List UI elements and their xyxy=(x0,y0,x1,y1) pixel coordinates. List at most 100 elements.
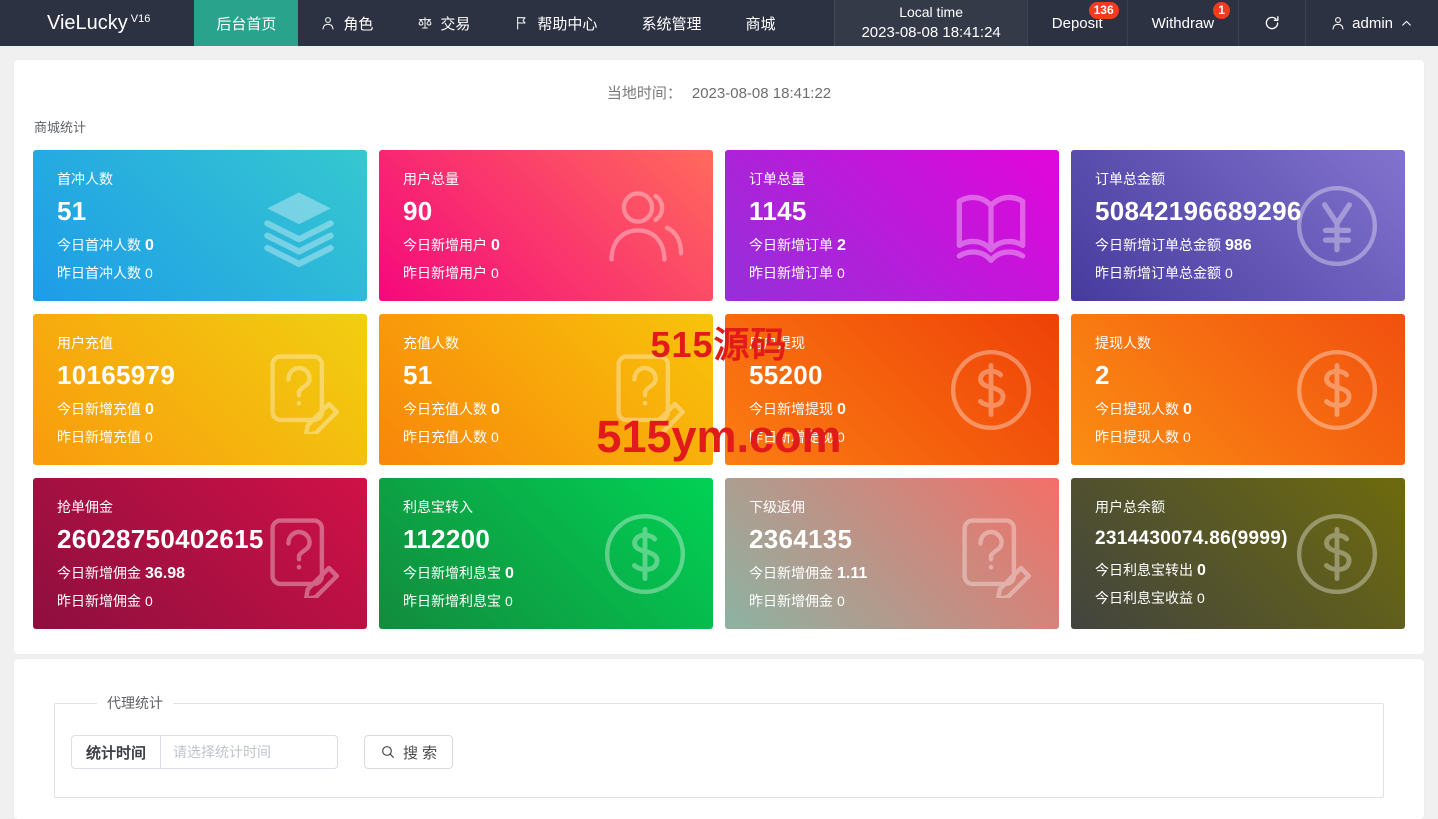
nav-item-label: 系统管理 xyxy=(641,13,701,34)
stat-card: 抢单佣金26028750402615今日新增佣金36.98昨日新增佣金0 xyxy=(33,478,367,629)
stat-card-today-label: 今日新增充值 xyxy=(57,401,141,417)
stat-card-yesterday-value: 0 xyxy=(837,593,845,609)
nav-item-3[interactable]: 帮助中心 xyxy=(492,0,619,46)
stat-card-yesterday-label: 昨日首冲人数 xyxy=(57,265,141,281)
stat-card-yesterday-label: 昨日新增佣金 xyxy=(749,593,833,609)
nav-item-1[interactable]: 角色 xyxy=(298,0,395,46)
stat-card-yesterday-label: 昨日新增订单 xyxy=(749,265,833,281)
section-title: 商城统计 xyxy=(34,117,1405,136)
stat-card-today-value: 0 xyxy=(1197,562,1206,579)
nav-item-0[interactable]: 后台首页 xyxy=(194,0,298,46)
stat-card: 首冲人数51今日首冲人数0昨日首冲人数0 xyxy=(33,150,367,301)
doc-question-icon xyxy=(255,346,343,434)
stat-card: 下级返佣2364135今日新增佣金1.11昨日新增佣金0 xyxy=(725,478,1059,629)
chevron-up-icon xyxy=(1400,17,1413,30)
nav-item-4[interactable]: 系统管理 xyxy=(619,0,723,46)
agent-stats-fieldset: 代理统计 统计时间 搜 索 xyxy=(54,693,1384,798)
stat-time-input[interactable] xyxy=(160,735,338,769)
stat-card: 提现人数2今日提现人数0昨日提现人数0 xyxy=(1071,314,1405,465)
stat-card-yesterday-value: 0 xyxy=(491,265,499,281)
user-icon xyxy=(1330,15,1346,31)
withdraw-button[interactable]: Withdraw 1 xyxy=(1127,0,1239,46)
local-time-cn-label: 当地时间： xyxy=(607,85,682,102)
agent-stats-legend: 代理统计 xyxy=(97,693,173,713)
deposit-button[interactable]: Deposit 136 xyxy=(1027,0,1127,46)
local-time-block: Local time 2023-08-08 18:41:24 xyxy=(834,0,1026,46)
nav-item-label: 角色 xyxy=(343,13,373,34)
stat-card-today-value: 2 xyxy=(837,237,846,254)
stat-card-today-value: 1.11 xyxy=(837,565,867,582)
stat-card-today-label: 今日新增用户 xyxy=(403,237,487,253)
stat-card-today-value: 0 xyxy=(1183,401,1192,418)
stat-card-today-value: 0 xyxy=(491,401,500,418)
stat-card-today-value: 0 xyxy=(491,237,500,254)
refresh-button[interactable] xyxy=(1238,0,1305,46)
stat-card-today-label: 今日新增佣金 xyxy=(57,565,141,581)
agent-search-form: 统计时间 搜 索 xyxy=(71,735,1383,769)
local-time-label: Local time xyxy=(899,2,963,22)
stat-card-yesterday-value: 0 xyxy=(837,429,845,445)
user-icon xyxy=(320,15,336,31)
stat-card-yesterday-label: 昨日提现人数 xyxy=(1095,429,1179,445)
stat-time-group: 统计时间 xyxy=(71,735,338,769)
agent-stats-panel: 代理统计 统计时间 搜 索 xyxy=(14,659,1424,819)
stat-card-today-value: 36.98 xyxy=(145,565,185,582)
brand-version: V16 xyxy=(131,13,151,25)
book-icon xyxy=(947,182,1035,270)
stat-card: 用户充值10165979今日新增充值0昨日新增充值0 xyxy=(33,314,367,465)
stat-card-today-value: 986 xyxy=(1225,237,1252,254)
stat-card: 订单总量1145今日新增订单2昨日新增订单0 xyxy=(725,150,1059,301)
stat-card-yesterday-label: 昨日新增佣金 xyxy=(57,593,141,609)
stat-card-today-label: 今日新增订单总金额 xyxy=(1095,237,1221,253)
stat-card-yesterday-value: 0 xyxy=(145,265,153,281)
nav-item-label: 帮助中心 xyxy=(537,13,597,34)
nav-item-5[interactable]: 商城 xyxy=(723,0,797,46)
local-time-value: 2023-08-08 18:41:24 xyxy=(861,22,1000,44)
search-button-label: 搜 索 xyxy=(403,742,437,763)
stat-card-yesterday-value: 0 xyxy=(1225,265,1233,281)
dollar-circle-icon xyxy=(1293,346,1381,434)
stat-card-today-value: 0 xyxy=(505,565,514,582)
stat-card-yesterday-value: 0 xyxy=(145,429,153,445)
brand-name: VieLucky xyxy=(47,12,128,35)
stat-card-today-value: 0 xyxy=(837,401,846,418)
stat-card-today-label: 今日提现人数 xyxy=(1095,401,1179,417)
nav-item-2[interactable]: 交易 xyxy=(395,0,492,46)
stat-card-yesterday-value: 0 xyxy=(1197,590,1205,606)
refresh-icon xyxy=(1263,14,1281,32)
layers-icon xyxy=(255,182,343,270)
stat-card-yesterday-label: 昨日新增利息宝 xyxy=(403,593,501,609)
nav-item-label: 商城 xyxy=(745,13,775,34)
doc-question-icon xyxy=(601,346,689,434)
stat-card-yesterday-value: 0 xyxy=(1183,429,1191,445)
main-menu: 后台首页 角色 交易 帮助中心 系统管理 商城 xyxy=(194,0,797,46)
withdraw-label: Withdraw xyxy=(1152,15,1215,32)
deposit-badge: 136 xyxy=(1089,2,1119,19)
stat-card-today-label: 今日充值人数 xyxy=(403,401,487,417)
stat-card: 利息宝转入112200今日新增利息宝0昨日新增利息宝0 xyxy=(379,478,713,629)
admin-name: admin xyxy=(1352,15,1393,32)
local-time-row: 当地时间： 2023-08-08 18:41:22 xyxy=(33,82,1405,103)
dollar-circle-icon xyxy=(947,346,1035,434)
scales-icon xyxy=(417,15,433,31)
brand-logo: VieLucky V16 xyxy=(0,0,194,46)
admin-menu[interactable]: admin xyxy=(1305,0,1438,46)
stat-card-today-label: 今日新增利息宝 xyxy=(403,565,501,581)
flag-icon xyxy=(514,15,530,31)
stat-card-today-label: 今日新增订单 xyxy=(749,237,833,253)
stat-card-today-label: 今日新增提现 xyxy=(749,401,833,417)
stat-card: 订单总金额50842196689296今日新增订单总金额986昨日新增订单总金额… xyxy=(1071,150,1405,301)
nav-item-label: 交易 xyxy=(440,13,470,34)
search-button[interactable]: 搜 索 xyxy=(364,735,453,769)
yuan-circle-icon xyxy=(1293,182,1381,270)
stat-card-yesterday-label: 昨日新增充值 xyxy=(57,429,141,445)
stat-card: 充值人数51今日充值人数0昨日充值人数0 xyxy=(379,314,713,465)
stats-grid: 首冲人数51今日首冲人数0昨日首冲人数0用户总量90今日新增用户0昨日新增用户0… xyxy=(33,150,1405,629)
dollar-circle-icon xyxy=(1293,510,1381,598)
stat-card-yesterday-value: 0 xyxy=(505,593,513,609)
local-time-cn-value: 2023-08-08 18:41:22 xyxy=(692,85,831,102)
users-icon xyxy=(601,182,689,270)
navbar-right: Local time 2023-08-08 18:41:24 Deposit 1… xyxy=(834,0,1438,46)
stat-time-label: 统计时间 xyxy=(71,735,160,769)
stat-card-yesterday-value: 0 xyxy=(837,265,845,281)
